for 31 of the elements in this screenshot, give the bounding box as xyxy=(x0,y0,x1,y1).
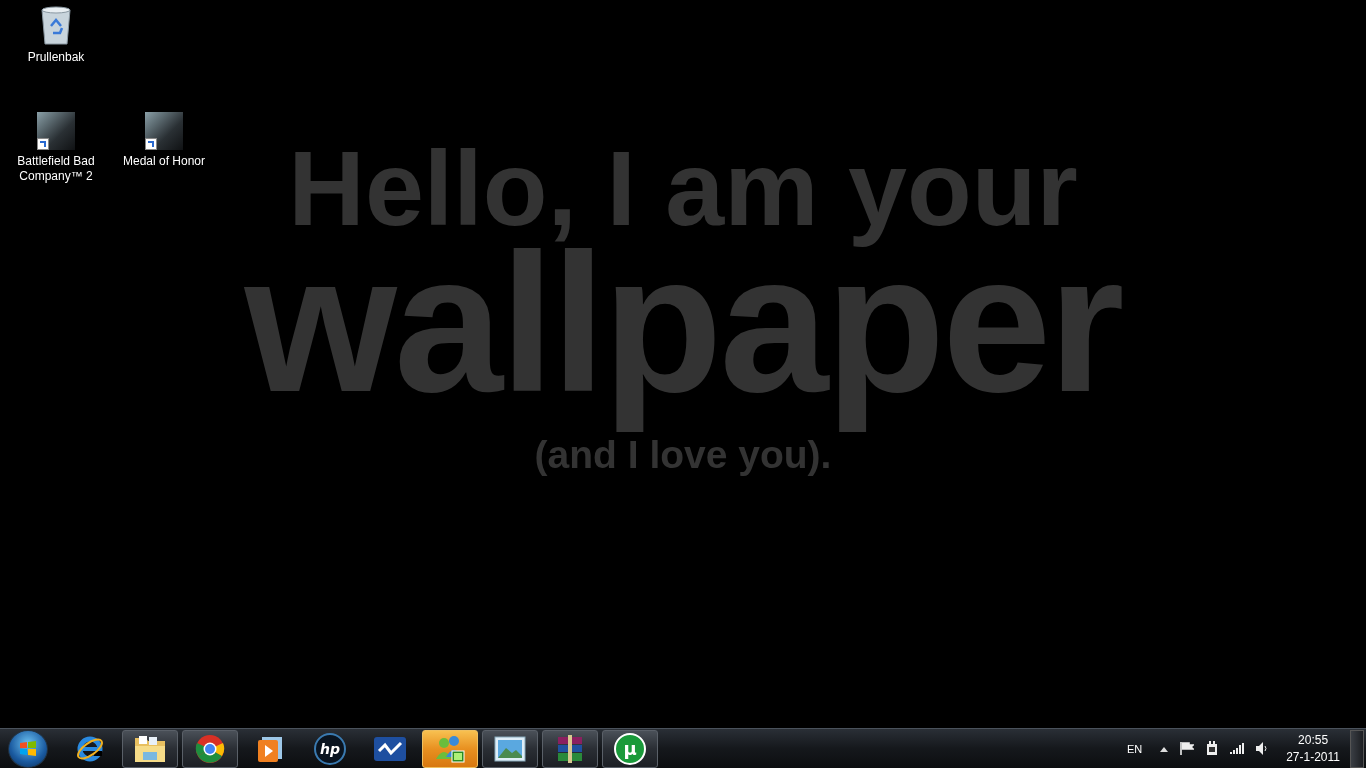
start-button[interactable] xyxy=(8,729,48,768)
signal-bars-icon[interactable] xyxy=(1230,743,1245,754)
windows-logo-icon xyxy=(18,738,38,759)
people-icon xyxy=(435,734,465,763)
language-indicator[interactable]: EN xyxy=(1126,742,1143,755)
taskbar-button[interactable] xyxy=(482,729,538,768)
taskbar-button[interactable] xyxy=(122,729,178,768)
icon-label[interactable]: Prullenbak xyxy=(27,50,85,65)
taskbar-button[interactable] xyxy=(182,729,238,768)
folder-icon xyxy=(134,734,166,763)
check-wave-icon xyxy=(374,736,406,761)
taskbar-button[interactable]: hp xyxy=(302,729,358,768)
landscape-picture-icon xyxy=(494,735,526,762)
stacked-books-icon xyxy=(555,734,585,763)
taskbar-button[interactable] xyxy=(422,729,478,768)
clock[interactable]: 20:55 27-1-2011 xyxy=(1286,731,1340,766)
trash-bin-icon[interactable] xyxy=(40,6,72,46)
round-logo-icon xyxy=(195,733,225,764)
logo-icon: hp xyxy=(314,732,346,765)
speaker-icon[interactable] xyxy=(1256,742,1269,755)
taskbar-button[interactable]: µ xyxy=(602,729,658,768)
show-hidden-icons-icon[interactable] xyxy=(1160,745,1169,752)
photo-placeholder[interactable] xyxy=(37,112,75,150)
flag-icon[interactable] xyxy=(1180,742,1195,755)
taskbar-button[interactable] xyxy=(542,729,598,768)
icon-label[interactable]: Battlefield Bad Company™ 2 xyxy=(8,154,104,184)
logo-icon: µ xyxy=(614,732,646,765)
photo-placeholder[interactable] xyxy=(145,112,183,150)
icon-label[interactable]: Medal of Honor xyxy=(122,154,205,169)
power-plug-icon[interactable] xyxy=(1206,741,1219,756)
play-icon xyxy=(256,734,284,763)
